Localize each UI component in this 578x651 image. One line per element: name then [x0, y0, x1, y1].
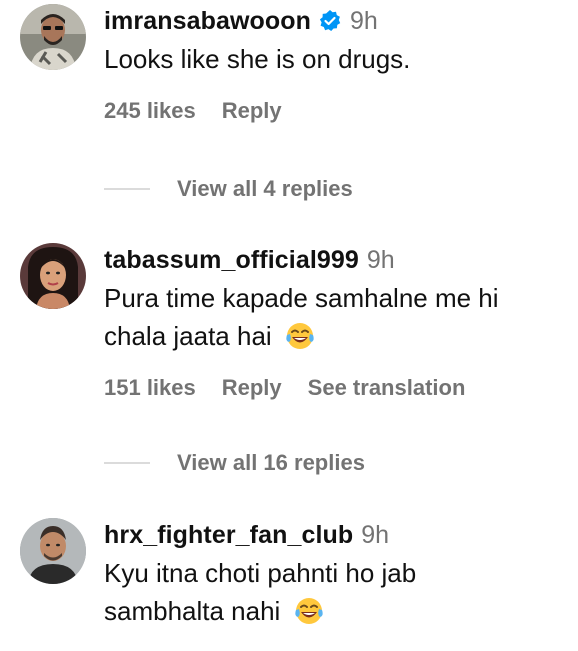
timestamp: 9h: [350, 6, 378, 35]
avatar[interactable]: [20, 243, 86, 309]
timestamp: 9h: [361, 520, 390, 549]
avatar[interactable]: [20, 4, 86, 70]
view-replies-button[interactable]: View all 4 replies: [104, 176, 353, 202]
see-translation-button[interactable]: See translation: [308, 375, 466, 401]
verified-badge-icon: [318, 9, 342, 33]
comment-text-line: Kyu itna choti pahnti ho jab: [104, 558, 417, 588]
comment-text-line: chala jaata hai: [104, 321, 272, 351]
username[interactable]: tabassum_official999: [104, 246, 359, 275]
comment-text-line: Pura time kapade samhalne me hi: [104, 283, 499, 313]
divider-line: [104, 462, 150, 464]
username[interactable]: imransabawooon: [104, 7, 311, 36]
view-replies-label: View all 4 replies: [177, 176, 353, 201]
view-replies-button[interactable]: View all 16 replies: [104, 450, 365, 476]
divider-line: [104, 188, 150, 190]
comment-text-line: sambhalta nahi: [104, 596, 281, 626]
laughing-tears-emoji-icon: [294, 596, 324, 626]
comment-text: Kyu itna choti pahnti ho jab sambhalta n…: [104, 554, 568, 630]
comment-text: Pura time kapade samhalne me hi chala ja…: [104, 279, 568, 355]
laughing-tears-emoji-icon: [285, 321, 315, 351]
reply-button[interactable]: Reply: [222, 98, 282, 124]
comment-text: Looks like she is on drugs.: [104, 44, 411, 74]
avatar[interactable]: [20, 518, 86, 584]
likes-count[interactable]: 151 likes: [104, 375, 196, 401]
username[interactable]: hrx_fighter_fan_club: [104, 521, 353, 550]
reply-button[interactable]: Reply: [222, 375, 282, 401]
timestamp: 9h: [366, 245, 395, 274]
likes-count[interactable]: 245 likes: [104, 98, 196, 124]
view-replies-label: View all 16 replies: [177, 450, 365, 475]
